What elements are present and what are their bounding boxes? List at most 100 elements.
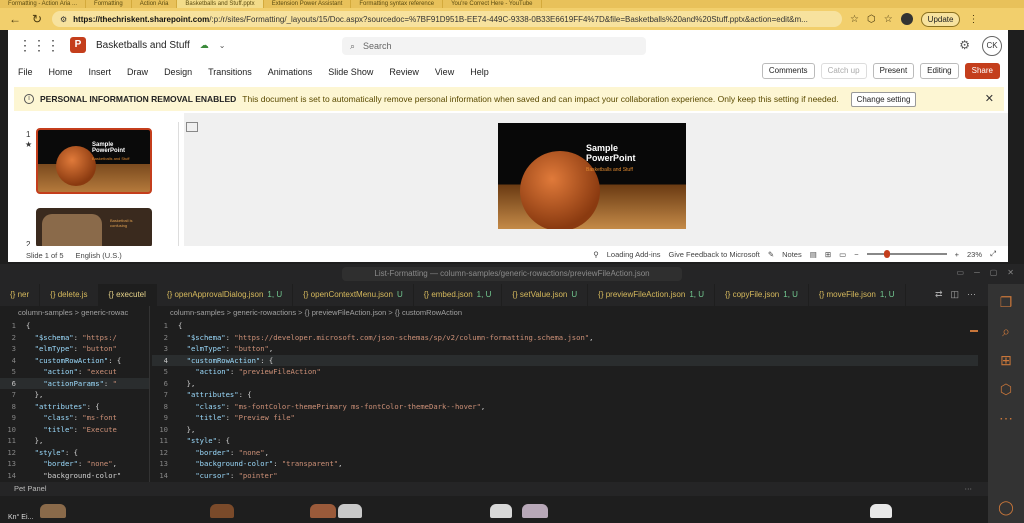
pet-icon[interactable] — [870, 504, 892, 518]
code-line[interactable]: 1{ — [0, 320, 149, 332]
pet-panel-title[interactable]: Pet Panel — [14, 484, 47, 493]
code-line[interactable]: 8 "class": "ms-fontColor-themePrimary ms… — [152, 401, 978, 413]
change-setting-button[interactable]: Change setting — [850, 91, 917, 107]
editor-tab[interactable]: {} delete.js — [40, 284, 99, 306]
compare-icon[interactable]: ⇄ — [935, 289, 943, 300]
extension-icon[interactable]: ⬡ — [867, 14, 876, 25]
browser-tab[interactable]: You're Correct Here - YouTube — [443, 0, 542, 8]
menu-transitions[interactable]: Transitions — [208, 67, 252, 77]
editor-tab[interactable]: {} previewFileAction.json 1, U — [588, 284, 715, 306]
menu-insert[interactable]: Insert — [89, 67, 112, 77]
code-line[interactable]: 2 "$schema": "https://developer.microsof… — [152, 332, 978, 344]
code-line[interactable]: 2 "$schema": "https:/ — [0, 332, 149, 344]
breadcrumb[interactable]: column-samples > generic-rowactions > {}… — [152, 306, 978, 320]
code-line[interactable]: 6 "actionParams": " — [0, 377, 149, 389]
favorites-icon[interactable]: ☆ — [884, 14, 893, 25]
code-line[interactable]: 4 "customRowAction": { — [0, 355, 149, 367]
editor-tab[interactable]: {} moveFile.json 1, U — [809, 284, 906, 306]
code-line[interactable]: 3 "elmType": "button" — [0, 343, 149, 355]
editor-right[interactable]: column-samples > generic-rowactions > {}… — [152, 306, 978, 482]
app-launcher-icon[interactable]: ⋮⋮⋮ — [18, 37, 60, 54]
pet-icon[interactable] — [210, 504, 234, 518]
close-icon[interactable]: ✕ — [985, 92, 994, 105]
current-slide[interactable]: Sample PowerPoint Basketballs and Stuff — [498, 123, 686, 229]
browser-tab[interactable]: Action Aria — [132, 0, 178, 8]
address-bar[interactable]: ⚙ https://thechriskent.sharepoint.com/:p… — [52, 11, 842, 27]
close-icon[interactable]: ✕ — [1007, 268, 1014, 277]
code-line[interactable]: 7 }, — [0, 389, 149, 401]
panel-more-icon[interactable]: ⋯ — [965, 482, 973, 496]
menu-review[interactable]: Review — [389, 67, 419, 77]
menu-slide-show[interactable]: Slide Show — [328, 67, 373, 77]
menu-draw[interactable]: Draw — [127, 67, 148, 77]
zoom-slider-knob[interactable] — [883, 250, 890, 258]
code-line[interactable]: 8 "attributes": { — [0, 401, 149, 413]
menu-dots-icon[interactable]: ⋮ — [968, 14, 978, 25]
editor-tab[interactable]: {} executel — [98, 284, 157, 306]
code-line[interactable]: 14 "cursor": "pointer" — [152, 470, 978, 482]
editor-tab[interactable]: {} openApprovalDialog.json 1, U — [157, 284, 294, 306]
maximize-icon[interactable]: ▢ — [990, 268, 998, 277]
code-line[interactable]: 13 "border": "none", — [0, 458, 149, 470]
pet-icon[interactable] — [310, 504, 336, 518]
code-line[interactable]: 4 "customRowAction": { — [152, 354, 978, 366]
menu-animations[interactable]: Animations — [268, 67, 313, 77]
pet-icon[interactable] — [490, 504, 512, 518]
code-line[interactable]: 5 "action": "execut — [0, 366, 149, 378]
document-title[interactable]: Basketballs and Stuff — [96, 40, 190, 51]
reading-view-icon[interactable]: ▭ — [839, 250, 846, 259]
menu-view[interactable]: View — [435, 67, 454, 77]
zoom-out-icon[interactable]: − — [854, 250, 858, 259]
more-icon[interactable]: ⋯ — [999, 410, 1013, 427]
code-line[interactable]: 9 "title": "Preview file" — [152, 412, 978, 424]
browser-tab[interactable]: Formatting - Action Aria ... — [0, 0, 87, 8]
more-actions-icon[interactable]: ⋯ — [967, 289, 976, 300]
slide-thumbnail-2[interactable]: Basketball is confusing — [36, 208, 152, 246]
code-line[interactable]: 1{ — [152, 320, 978, 332]
editor-tab[interactable]: {} setValue.json U — [502, 284, 589, 306]
code-line[interactable]: 3 "elmType": "button", — [152, 343, 978, 355]
browser-tab-active[interactable]: Basketballs and Stuff.pptx — [177, 0, 264, 8]
share-button[interactable]: Share — [964, 63, 1000, 79]
pet-icon[interactable] — [522, 504, 548, 518]
code-line[interactable]: 13 "background-color": "transparent", — [152, 458, 978, 470]
editing-mode-button[interactable]: Editing — [920, 63, 959, 79]
pane-divider[interactable] — [178, 122, 179, 246]
command-center[interactable]: List-Formatting — column-samples/generic… — [342, 267, 682, 281]
zoom-in-icon[interactable]: + — [955, 250, 959, 259]
editor-left[interactable]: column-samples > generic-rowac 1{2 "$sch… — [0, 306, 150, 482]
menu-help[interactable]: Help — [470, 67, 489, 77]
zoom-level[interactable]: 23% — [967, 250, 982, 259]
extensions-icon[interactable]: ⊞ — [1000, 352, 1012, 369]
pet-icon[interactable] — [338, 504, 362, 518]
package-icon[interactable]: ⬡ — [1000, 381, 1012, 398]
code-line[interactable]: 6 }, — [152, 378, 978, 390]
editor-tab[interactable]: {} embed.json 1, U — [414, 284, 503, 306]
editor-tab[interactable]: {} openContextMenu.json U — [293, 284, 414, 306]
code-line[interactable]: 9 "class": "ms-font — [0, 412, 149, 424]
settings-gear-icon[interactable]: ⚙ — [959, 38, 970, 52]
profile-avatar[interactable] — [900, 13, 913, 25]
star-icon[interactable]: ☆ — [850, 14, 859, 25]
layout-icon[interactable]: ▭ — [957, 268, 965, 277]
minimap[interactable] — [970, 330, 978, 332]
feedback-link[interactable]: Give Feedback to Microsoft — [669, 250, 760, 259]
language[interactable]: English (U.S.) — [76, 251, 122, 260]
present-button[interactable]: Present — [872, 63, 915, 79]
code-line[interactable]: 10 }, — [152, 424, 978, 436]
code-line[interactable]: 7 "attributes": { — [152, 389, 978, 401]
pet-icon[interactable] — [40, 504, 66, 518]
slide-panel-toggle-icon[interactable] — [186, 122, 198, 132]
code-line[interactable]: 11 }, — [0, 435, 149, 447]
zoom-slider[interactable] — [866, 250, 947, 258]
user-avatar[interactable]: CK — [982, 36, 1002, 56]
code-line[interactable]: 14 "background-color" — [0, 470, 149, 482]
split-editor-icon[interactable]: ◫ — [950, 289, 959, 300]
editor-tab[interactable]: {} ner — [0, 284, 41, 306]
sorter-view-icon[interactable]: ⊞ — [825, 250, 831, 259]
chevron-down-icon[interactable]: ⌄ — [219, 41, 226, 50]
editor-tab[interactable]: {} copyFile.json 1, U — [715, 284, 809, 306]
catch-up-button[interactable]: Catch up — [820, 63, 867, 79]
code-line[interactable]: 12 "style": { — [0, 447, 149, 459]
code-line[interactable]: 5 "action": "previewFileAction" — [152, 366, 978, 378]
